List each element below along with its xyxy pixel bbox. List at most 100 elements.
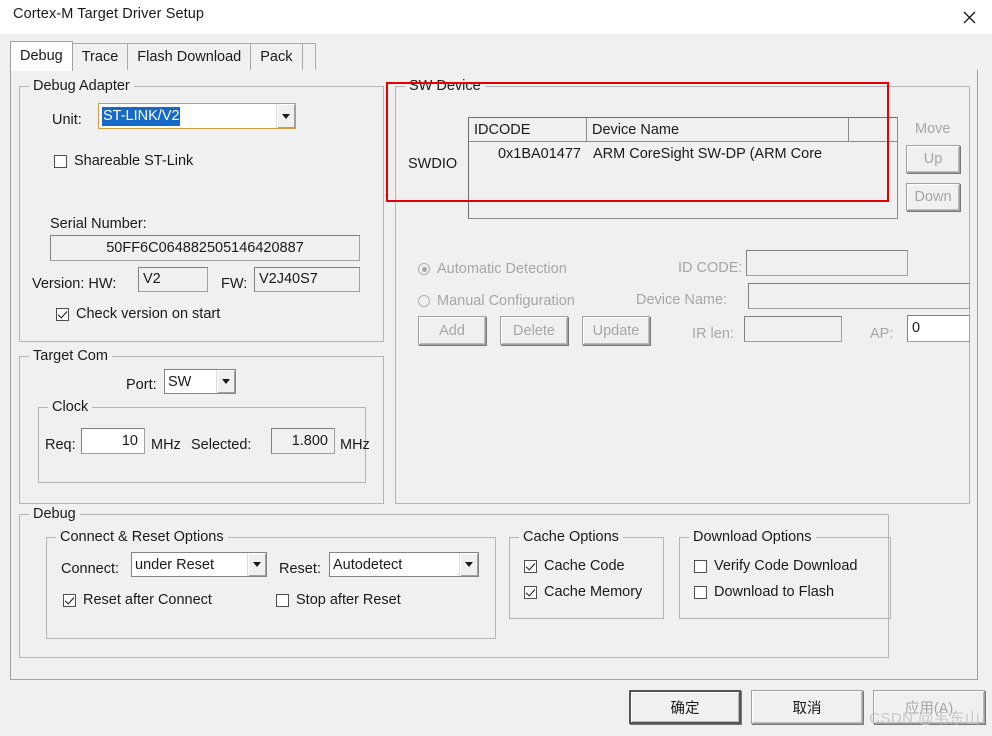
chevron-down-icon[interactable]: [276, 104, 295, 128]
reset-after-connect-label: Reset after Connect: [83, 592, 212, 608]
tab-flash-download-label: Flash Download: [137, 49, 242, 66]
device-table[interactable]: IDCODE Device Name 0x1BA01477 ARM CoreSi…: [468, 117, 898, 219]
tab-strip-filler: [301, 43, 316, 71]
check-version-on-start-label: Check version on start: [76, 306, 221, 322]
verify-code-download-checkbox-box: [694, 559, 707, 573]
cache-memory-label: Cache Memory: [544, 584, 643, 600]
port-combobox-value: SW: [168, 373, 192, 390]
ir-len-field[interactable]: [744, 316, 842, 342]
automatic-detection-label: Automatic Detection: [437, 261, 567, 277]
serial-number-field: 50FF6C064882505146420887: [50, 235, 360, 261]
port-combobox[interactable]: SW: [164, 369, 236, 394]
shareable-st-link-checkbox[interactable]: Shareable ST-Link: [54, 153, 193, 169]
device-table-cell-idcode: 0x1BA01477: [497, 146, 581, 162]
reset-combobox[interactable]: Autodetect: [329, 552, 479, 577]
unit-combobox[interactable]: ST-LINK/V2: [98, 103, 296, 129]
tab-pack[interactable]: Pack: [250, 43, 303, 71]
ok-button[interactable]: 确定: [629, 690, 741, 724]
tab-debug[interactable]: Debug: [10, 41, 73, 71]
check-version-on-start-checkbox[interactable]: Check version on start: [56, 306, 220, 322]
add-button[interactable]: Add: [418, 316, 486, 345]
move-label: Move: [915, 121, 951, 137]
device-table-col-idcode[interactable]: IDCODE: [469, 118, 587, 141]
id-code-field[interactable]: [746, 250, 908, 276]
fw-label: FW:: [221, 276, 248, 292]
close-icon: [963, 11, 975, 23]
download-to-flash-checkbox[interactable]: Download to Flash: [694, 584, 834, 600]
connect-reset-options-legend: Connect & Reset Options: [56, 529, 228, 545]
verify-code-download-checkbox[interactable]: Verify Code Download: [694, 558, 857, 574]
target-com-legend: Target Com: [29, 348, 112, 364]
ap-label: AP:: [870, 326, 894, 342]
device-table-cell-device-name: ARM CoreSight SW-DP (ARM Core: [593, 146, 823, 162]
watermark: CSDN @韦东山: [869, 710, 981, 727]
manual-configuration-radio[interactable]: Manual Configuration: [418, 293, 575, 309]
update-button[interactable]: Update: [582, 316, 650, 345]
table-row[interactable]: 0x1BA01477 ARM CoreSight SW-DP (ARM Core: [469, 142, 897, 166]
target-com-group: Target Com Port: SW Clock Req: 10 MHz Se…: [19, 348, 384, 504]
reset-label: Reset:: [279, 561, 321, 577]
device-name-label: Device Name:: [636, 292, 728, 308]
move-up-button[interactable]: Up: [906, 145, 960, 173]
selected-clock-field: 1.800: [271, 428, 335, 454]
cache-code-label: Cache Code: [544, 558, 625, 574]
selected-unit-label: MHz: [340, 437, 370, 453]
connect-combobox[interactable]: under Reset: [131, 552, 267, 577]
id-code-label: ID CODE:: [678, 260, 743, 276]
tab-flash-download[interactable]: Flash Download: [127, 43, 252, 71]
ap-field[interactable]: 0: [907, 315, 970, 342]
stop-after-reset-checkbox-box: [276, 593, 289, 607]
debug-adapter-group: Debug Adapter Unit: ST-LINK/V2 Shareable…: [19, 78, 384, 342]
cache-options-group: Cache Options Cache Code Cache Memory: [509, 529, 664, 619]
cancel-button[interactable]: 取消: [751, 690, 863, 724]
stop-after-reset-checkbox[interactable]: Stop after Reset: [276, 592, 401, 608]
connect-label: Connect:: [61, 561, 120, 577]
move-down-button[interactable]: Down: [906, 183, 960, 211]
device-table-col-extra[interactable]: [849, 118, 897, 141]
cache-memory-checkbox[interactable]: Cache Memory: [524, 584, 642, 600]
download-to-flash-checkbox-box: [694, 585, 707, 599]
stop-after-reset-label: Stop after Reset: [296, 592, 401, 608]
swdio-label: SWDIO: [408, 156, 458, 172]
device-table-cell-extra: [849, 142, 897, 166]
download-to-flash-label: Download to Flash: [714, 584, 835, 600]
automatic-detection-radio[interactable]: Automatic Detection: [418, 261, 567, 277]
delete-button[interactable]: Delete: [500, 316, 568, 345]
tab-page-debug: Debug Adapter Unit: ST-LINK/V2 Shareable…: [10, 70, 978, 680]
cache-code-checkbox-box: [524, 559, 537, 573]
req-unit-label: MHz: [151, 437, 181, 453]
hw-version-field: V2: [138, 267, 208, 292]
close-button[interactable]: [946, 0, 992, 34]
ir-len-label: IR len:: [692, 326, 734, 342]
automatic-detection-radio-dot: [418, 263, 430, 275]
reset-after-connect-checkbox[interactable]: Reset after Connect: [63, 592, 212, 608]
version-hw-label: Version: HW:: [32, 276, 117, 292]
unit-combobox-text: ST-LINK/V2: [99, 104, 276, 128]
window-title: Cortex-M Target Driver Setup: [13, 6, 205, 22]
device-name-field[interactable]: [748, 283, 970, 309]
tab-pack-label: Pack: [260, 49, 293, 66]
manual-configuration-radio-dot: [418, 295, 430, 307]
chevron-down-icon[interactable]: [459, 553, 478, 576]
reset-after-connect-checkbox-box: [63, 593, 76, 607]
sw-device-group: SW Device SWDIO IDCODE Device Name 0x1BA…: [395, 78, 970, 504]
debug-group-legend: Debug: [29, 506, 80, 522]
chevron-down-icon[interactable]: [247, 553, 266, 576]
shareable-st-link-label: Shareable ST-Link: [74, 153, 194, 169]
manual-configuration-label: Manual Configuration: [437, 293, 575, 309]
req-label: Req:: [45, 437, 76, 453]
debug-adapter-legend: Debug Adapter: [29, 78, 134, 94]
tab-strip: Debug Trace Flash Download Pack: [0, 34, 992, 71]
tab-trace-label: Trace: [81, 49, 119, 66]
cache-code-checkbox[interactable]: Cache Code: [524, 558, 625, 574]
verify-code-download-label: Verify Code Download: [714, 558, 858, 574]
debug-group: Debug Connect & Reset Options Connect: u…: [19, 506, 891, 658]
unit-label: Unit:: [52, 112, 82, 128]
chevron-down-icon[interactable]: [216, 370, 235, 393]
check-version-on-start-checkbox-box: [56, 307, 69, 321]
device-table-col-device-name[interactable]: Device Name: [587, 118, 849, 141]
selected-label: Selected:: [191, 437, 252, 453]
req-clock-field[interactable]: 10: [81, 428, 145, 454]
download-options-group: Download Options Verify Code Download Do…: [679, 529, 891, 619]
tab-trace[interactable]: Trace: [71, 43, 129, 71]
